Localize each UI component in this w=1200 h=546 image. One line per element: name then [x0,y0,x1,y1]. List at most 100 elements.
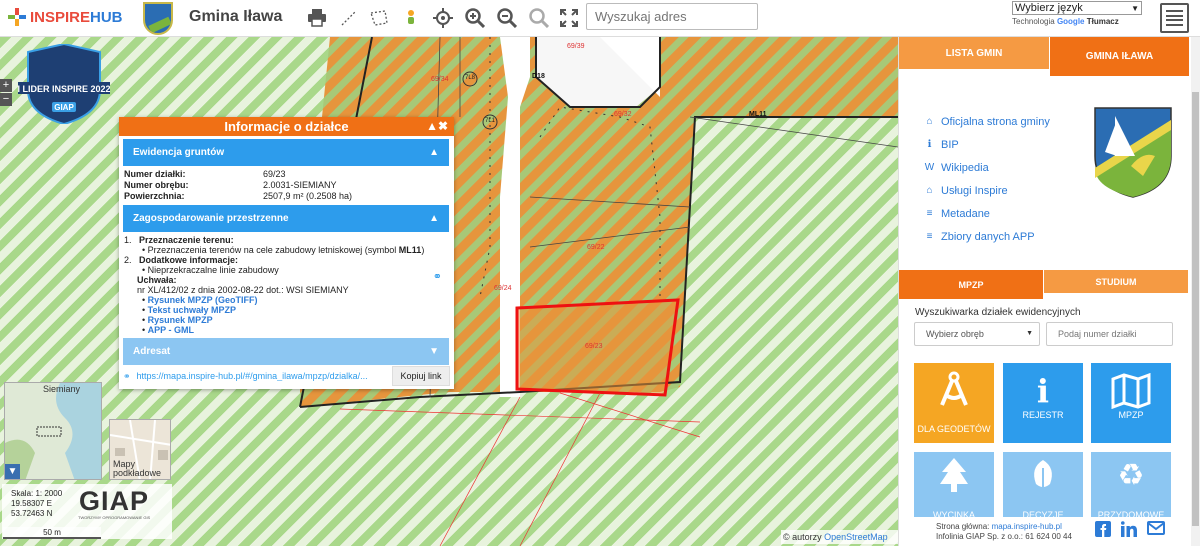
share-url[interactable]: https://mapa.inspire-hub.pl/#/gmina_ilaw… [131,371,392,381]
address-search-input[interactable] [586,3,758,30]
detail-row: Numer obrębu: 2.0031-SIEMIANY [124,180,449,191]
footer-homepage-label: Strona główna: [936,522,992,531]
item-title: Przeznaczenie terenu: [139,235,234,245]
section-title: Ewidencja gruntów [133,147,225,158]
tab-gmina-ilawa[interactable]: GMINA IŁAWA [1050,37,1189,76]
chevron-down-icon: ▼ [429,346,439,357]
map-icon [1111,373,1151,409]
link-bip[interactable]: ℹ BIP [924,133,1050,156]
badge-line1: I LIDER INSPIRE 2022 [18,84,110,94]
zoning-extra: Nieprzekraczalne linie zabudowy [147,265,279,275]
document-link-text[interactable]: Rysunek MPZP (GeoTIFF) [148,295,258,305]
document-link-text[interactable]: Tekst uchwały MPZP [148,305,236,315]
tile-przydomowe[interactable]: ♻ PRZYDOMOWE [1091,452,1171,520]
zone-label: ML11 [749,111,767,118]
parcel-details: Numer działki: 69/23 Numer obrębu: 2.0031-… [119,166,454,202]
tile-label: MPZP [1118,410,1144,420]
zoom-control: + − [0,79,12,107]
zoning-purpose: Przeznaczenia terenów na cele zabudowy l… [147,245,399,255]
translate-link[interactable]: Tłumacz [1087,17,1119,26]
scale-bar: 50 m [3,527,101,539]
tab-lista-gmin[interactable]: LISTA GMIN [899,37,1049,69]
detail-value: 2.0031-SIEMIANY [263,180,337,190]
language-select[interactable]: Wybierz język ▼ [1012,1,1142,15]
gmina-crest-small [143,2,173,35]
zoom-in-icon[interactable] [463,6,487,30]
section-adresat[interactable]: Adresat ▼ [123,338,449,365]
chevron-up-icon: ▲ [429,147,439,158]
scrollbar-thumb[interactable] [1192,92,1199,526]
inspirehub-logo[interactable]: INSPIRE HUB [8,8,123,26]
homepage-link[interactable]: mapa.inspire-hub.pl [992,522,1062,531]
district-select[interactable]: Wybierz obręb ▼ [914,322,1040,346]
detail-row: Powierzchnia: 2507,9 m² (0.2508 ha) [124,191,449,202]
facebook-icon[interactable] [1095,521,1111,541]
osm-link[interactable]: OpenStreetMap [824,532,888,542]
document-link[interactable]: • Rysunek MPZP (GeoTIFF) [124,295,449,305]
link-label: BIP [941,138,959,151]
measure-line-icon[interactable] [337,6,361,30]
parcel-number-input[interactable]: Podaj numer działki [1046,322,1173,346]
print-icon[interactable] [305,6,329,30]
basemaps-switcher[interactable]: Mapy podkładowe [109,419,171,480]
chevron-down-icon: ▼ [1131,3,1139,13]
badge-line2: GIAP [54,103,74,112]
link-icon[interactable]: ⚭ [433,272,442,283]
section-ewidencja[interactable]: Ewidencja gruntów ▲ [123,139,449,166]
document-link[interactable]: • Tekst uchwały MPZP [124,305,449,315]
menu-button[interactable] [1160,3,1189,33]
document-link-text[interactable]: Rysunek MPZP [148,315,213,325]
tile-wycinka[interactable]: WYCINKA [914,452,994,520]
map-canvas[interactable]: 69/39 69/34 69/32 69/22 69/24 69/23 D18 … [0,37,898,546]
detail-value: 2507,9 m² (0.2508 ha) [263,191,353,201]
zoom-out-button[interactable]: − [0,93,12,106]
document-link-text[interactable]: APP - GML [148,325,194,335]
link-wikipedia[interactable]: W Wikipedia [924,156,1050,179]
road-label: D18 [532,73,545,80]
overview-minimap[interactable]: Siemiany ▼ [4,382,102,480]
envelope-icon[interactable] [1147,521,1165,539]
tab-studium[interactable]: STUDIUM [1044,270,1188,293]
top-bar: INSPIREHUB Gmina Iława Wybierz język ▼ T… [0,0,1200,37]
caret-down-icon: ▼ [1026,330,1033,337]
link-official-site[interactable]: ⌂ Oficjalna strona gminy [924,110,1049,133]
tile-rejestr[interactable]: i REJESTR [1003,363,1083,443]
zoom-extent-icon[interactable] [527,6,551,30]
section-zagospodarowanie[interactable]: Zagospodarowanie przestrzenne ▲ [123,205,449,232]
gmina-title: Gmina Iława [189,8,283,25]
zoom-in-button[interactable]: + [0,79,12,92]
tile-dla-geodetow[interactable]: DLA GEODETÓW [914,363,994,443]
tab-mpzp[interactable]: MPZP [899,270,1043,299]
popup-controls[interactable]: ▲✖ [426,117,448,136]
measure-area-icon[interactable] [367,6,391,30]
street-view-icon[interactable] [399,6,423,30]
plot-label: 69/32 [614,111,632,118]
popup-title: Informacje o działce [224,119,349,134]
link-app-datasets[interactable]: ≡ Zbiory danych APP [924,225,1050,248]
linkedin-icon[interactable] [1121,521,1137,541]
info-icon: ℹ [927,139,932,150]
menu-line-icon [1166,14,1183,17]
scale-coords: Skala: 1: 2000 19.58307 E 53.72463 N [11,489,62,519]
copy-link-button[interactable]: Kopiuj link [392,366,450,386]
panel-scrollbar[interactable] [1191,37,1200,546]
resolution-label-text: Uchwała: [137,275,177,285]
zoom-out-icon[interactable] [495,6,519,30]
locate-icon[interactable] [431,6,455,30]
detail-key: Numer działki: [124,169,186,179]
minimap-label: Siemiany [43,384,81,394]
document-link[interactable]: • APP - GML [124,325,449,335]
section-title: Zagospodarowanie przestrzenne [133,213,289,224]
footer-hotline: Infolinia GIAP Sp. z o.o.: 61 624 00 44 [936,532,1072,541]
tile-decyzje[interactable]: DECYZJE [1003,452,1083,520]
district-select-value: Wybierz obręb [926,329,984,339]
chevron-down-icon[interactable]: ▼ [5,464,20,479]
document-link[interactable]: • Rysunek MPZP [124,315,449,325]
fullscreen-icon[interactable] [557,6,581,30]
link-metadata[interactable]: ≡ Metadane [924,202,1050,225]
tile-mpzp[interactable]: MPZP [1091,363,1171,443]
plot-label: 69/39 [567,43,585,50]
link-inspire-services[interactable]: ⌂ Usługi Inspire [924,179,1050,202]
database-icon: ≡ [926,231,933,242]
resolution-label: Uchwała: [124,275,449,285]
